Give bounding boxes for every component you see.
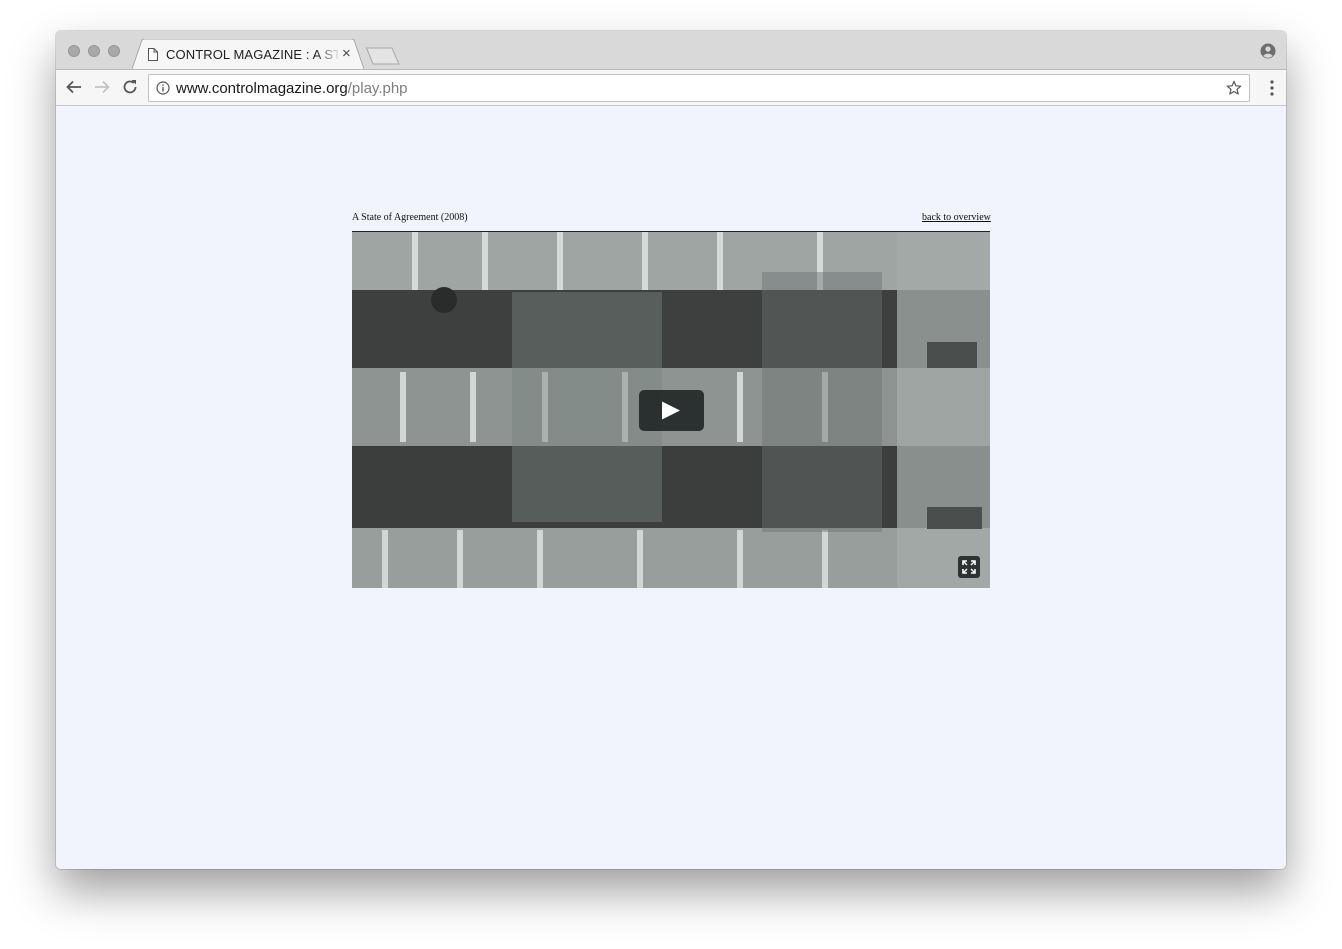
window-close-button[interactable] bbox=[68, 45, 80, 57]
menu-dots-icon[interactable] bbox=[1270, 80, 1274, 101]
back-arrow-icon[interactable] bbox=[65, 78, 83, 101]
star-icon[interactable] bbox=[1226, 80, 1242, 101]
forward-arrow-icon[interactable] bbox=[93, 78, 111, 101]
window-maximize-button[interactable] bbox=[108, 45, 120, 57]
play-icon bbox=[662, 401, 680, 420]
window-minimize-button[interactable] bbox=[88, 45, 100, 57]
tab-strip: CONTROL MAGAZINE : A STATE OF AGREEMENT … bbox=[56, 31, 1286, 69]
url-host: www.controlmagazine.org bbox=[176, 80, 348, 97]
page-content: A State of Agreement (2008) back to over… bbox=[56, 106, 1286, 869]
tab-active[interactable]: CONTROL MAGAZINE : A STATE OF AGREEMENT … bbox=[132, 39, 364, 69]
toolbar: www.controlmagazine.org/play.php bbox=[56, 69, 1286, 106]
back-to-overview-link[interactable]: back to overview bbox=[922, 212, 991, 223]
info-icon[interactable] bbox=[156, 81, 170, 100]
profile-icon[interactable] bbox=[1260, 43, 1276, 64]
video-title: A State of Agreement (2008) bbox=[352, 212, 468, 223]
tab-close-icon[interactable]: × bbox=[342, 46, 351, 61]
fullscreen-icon bbox=[962, 560, 976, 574]
play-button[interactable] bbox=[639, 390, 704, 431]
url-text[interactable]: www.controlmagazine.org/play.php bbox=[176, 80, 408, 97]
fullscreen-button[interactable] bbox=[958, 556, 980, 578]
tab-title: CONTROL MAGAZINE : A STATE OF AGREEMENT bbox=[166, 47, 338, 62]
new-tab-button[interactable] bbox=[365, 47, 400, 70]
reload-icon[interactable] bbox=[121, 78, 139, 101]
address-bar[interactable]: www.controlmagazine.org/play.php bbox=[148, 74, 1250, 102]
url-path: /play.php bbox=[347, 80, 408, 97]
document-icon bbox=[148, 48, 158, 66]
browser-window: CONTROL MAGAZINE : A STATE OF AGREEMENT … bbox=[56, 31, 1286, 869]
video-player[interactable] bbox=[352, 231, 990, 588]
